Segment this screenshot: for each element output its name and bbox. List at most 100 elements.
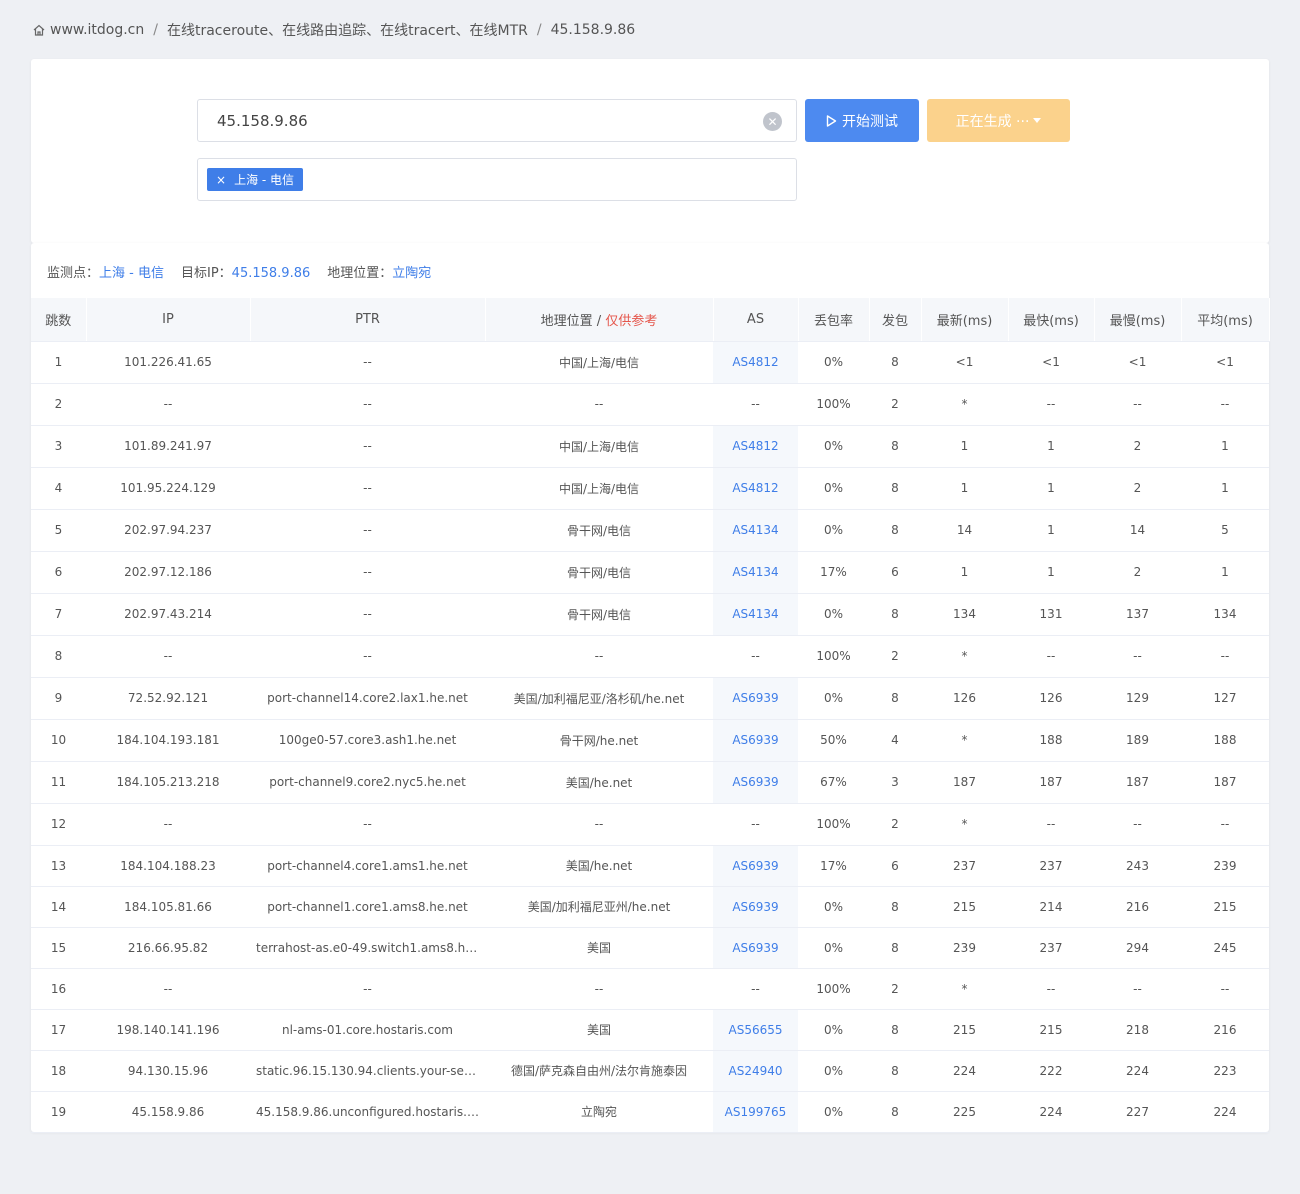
cell-ptr: 45.158.9.86.unconfigured.hostaris.c... <box>250 1091 485 1133</box>
cell-geo: 中国/上海/电信 <box>485 467 713 510</box>
generating-label: 正在生成 ··· <box>955 113 1030 130</box>
cell-loss: 0% <box>798 1091 869 1133</box>
as-link[interactable]: AS4134 <box>732 565 778 579</box>
cell-loss: 67% <box>798 761 869 804</box>
cell-worst: 2 <box>1094 425 1181 468</box>
as-link[interactable]: AS6939 <box>732 900 778 914</box>
as-link[interactable]: AS6939 <box>732 941 778 955</box>
cell-worst: 294 <box>1094 927 1181 969</box>
table-row: 9 72.52.92.121 port-channel14.core2.lax1.h… <box>31 677 1269 720</box>
cell-best: -- <box>1008 968 1094 1010</box>
cell-avg: 127 <box>1181 677 1269 720</box>
as-link[interactable]: AS6939 <box>732 859 778 873</box>
table-row: 14 184.105.81.66 port-channel1.core1.ams8.… <box>31 886 1269 928</box>
cell-loss: 0% <box>798 467 869 510</box>
cell-ip: 184.105.81.66 <box>86 886 250 928</box>
cell-ip: 72.52.92.121 <box>86 677 250 720</box>
target-ip-input[interactable]: 45.158.9.86 ✕ <box>197 99 797 142</box>
cell-as: AS56655 <box>713 1009 798 1051</box>
cell-hop: 12 <box>31 803 86 846</box>
cell-geo: 美国/加利福尼亚州/he.net <box>485 886 713 928</box>
cell-loss: 0% <box>798 509 869 552</box>
generating-button[interactable]: 正在生成 ··· <box>927 99 1070 142</box>
cell-sent: 8 <box>869 341 921 384</box>
cell-worst: 129 <box>1094 677 1181 720</box>
cell-last: 1 <box>921 551 1008 594</box>
cell-last: 187 <box>921 761 1008 804</box>
as-empty: -- <box>751 649 760 663</box>
cell-loss: 0% <box>798 593 869 636</box>
cell-hop: 13 <box>31 845 86 887</box>
cell-sent: 8 <box>869 593 921 636</box>
cell-hop: 9 <box>31 677 86 720</box>
cell-geo: 美国/he.net <box>485 845 713 887</box>
cell-last: <1 <box>921 341 1008 384</box>
as-link[interactable]: AS6939 <box>732 775 778 789</box>
cell-last: * <box>921 719 1008 762</box>
cell-as: AS24940 <box>713 1050 798 1092</box>
cell-geo: 美国 <box>485 1009 713 1051</box>
cell-last: 237 <box>921 845 1008 887</box>
cell-geo: 骨干网/he.net <box>485 719 713 762</box>
as-link[interactable]: AS4134 <box>732 523 778 537</box>
clear-icon[interactable]: ✕ <box>763 112 782 131</box>
as-empty: -- <box>751 981 760 996</box>
col-last: 最新(ms) <box>921 298 1009 342</box>
as-link[interactable]: AS6939 <box>732 691 778 705</box>
cell-loss: 100% <box>798 803 869 846</box>
as-link[interactable]: AS4812 <box>732 439 778 453</box>
as-link[interactable]: AS56655 <box>729 1023 783 1037</box>
cell-worst: 227 <box>1094 1091 1181 1133</box>
cell-sent: 8 <box>869 425 921 468</box>
cell-as: AS4134 <box>713 593 798 636</box>
cell-ip: 184.104.193.181 <box>86 719 250 762</box>
cell-ip: 45.158.9.86 <box>86 1091 250 1133</box>
cell-avg: 245 <box>1181 927 1269 969</box>
cell-as: AS4812 <box>713 467 798 510</box>
target-value: 45.158.9.86 <box>231 266 311 281</box>
cell-best: 215 <box>1008 1009 1094 1051</box>
as-link[interactable]: AS6939 <box>732 733 778 747</box>
cell-ptr: -- <box>250 425 485 468</box>
cell-avg: 1 <box>1181 551 1269 594</box>
cell-avg: 188 <box>1181 719 1269 762</box>
breadcrumb: www.itdog.cn / 在线traceroute、在线路由追踪、在线tra… <box>32 20 635 40</box>
tag-close-icon[interactable]: × <box>216 173 226 187</box>
breadcrumb-section-link[interactable]: 在线traceroute、在线路由追踪、在线tracert、在线MTR <box>167 20 528 40</box>
cell-ptr: -- <box>250 803 485 846</box>
as-link[interactable]: AS4812 <box>732 481 778 495</box>
cell-hop: 8 <box>31 635 86 678</box>
cell-ip: 101.89.241.97 <box>86 425 250 468</box>
cell-worst: -- <box>1094 635 1181 678</box>
node-select[interactable]: × 上海 - 电信 <box>197 158 797 201</box>
cell-as: AS4134 <box>713 551 798 594</box>
as-link[interactable]: AS24940 <box>729 1064 783 1078</box>
cell-as: -- <box>713 968 798 1010</box>
cell-as: AS4134 <box>713 509 798 552</box>
cell-loss: 0% <box>798 886 869 928</box>
col-geo-sep: / <box>592 313 606 329</box>
cell-sent: 8 <box>869 927 921 969</box>
cell-sent: 8 <box>869 886 921 928</box>
cell-as: AS6939 <box>713 845 798 887</box>
cell-as: AS6939 <box>713 886 798 928</box>
as-link[interactable]: AS4812 <box>732 355 778 369</box>
cell-best: -- <box>1008 635 1094 678</box>
cell-ptr: -- <box>250 509 485 552</box>
breadcrumb-home-link[interactable]: www.itdog.cn <box>50 22 144 38</box>
cell-last: * <box>921 383 1008 426</box>
cell-ip: 202.97.94.237 <box>86 509 250 552</box>
cell-loss: 0% <box>798 425 869 468</box>
home-icon[interactable] <box>32 23 46 37</box>
breadcrumb-separator: / <box>536 22 542 38</box>
start-test-button[interactable]: 开始测试 <box>805 99 919 142</box>
cell-geo: -- <box>485 635 713 678</box>
cell-worst: 2 <box>1094 467 1181 510</box>
cell-avg: -- <box>1181 635 1269 678</box>
cell-worst: 243 <box>1094 845 1181 887</box>
as-link[interactable]: AS199765 <box>725 1105 787 1119</box>
cell-ip: -- <box>86 383 250 426</box>
as-link[interactable]: AS4134 <box>732 607 778 621</box>
cell-worst: <1 <box>1094 341 1181 384</box>
cell-hop: 10 <box>31 719 86 762</box>
